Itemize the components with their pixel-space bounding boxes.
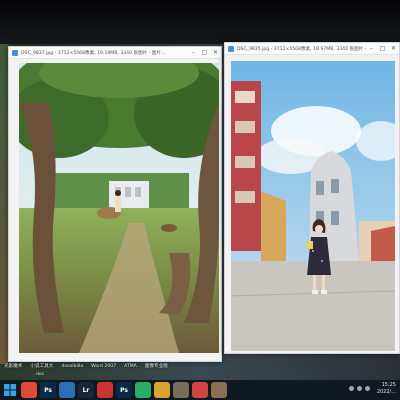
monitor-bezel [0,0,400,44]
image-viewer-window-left[interactable]: DSC_9837.jpg - 3712×5568像素, 19.19MB, 334… [8,46,222,362]
network-icon[interactable] [349,386,354,391]
photoshop-icon-2[interactable]: Ps [116,382,132,398]
chrome-icon[interactable] [21,382,37,398]
taskbar-clock[interactable]: 15:25 2022/... [377,382,396,396]
media-icon[interactable] [97,382,113,398]
files-icon[interactable] [154,382,170,398]
minimize-button[interactable]: – [188,47,199,59]
input-method-icon[interactable] [365,386,370,391]
desktop-wallpaper-edge [0,44,8,364]
close-button[interactable]: ✕ [210,47,221,59]
desktop-label[interactable]: doc [36,372,44,377]
photoshop-icon[interactable]: Ps [40,382,56,398]
system-tray [349,386,370,391]
desktop-label[interactable]: Word 2007 [91,364,116,369]
window-title: DSC_9837.jpg - 3712×5568像素, 19.19MB, 334… [21,50,166,56]
wechat-icon[interactable] [135,382,151,398]
close-button[interactable]: ✕ [388,43,399,55]
taskbar: Ps Lr Ps 15:25 2022/... [0,380,400,400]
clock-date: 2022/... [376,389,396,395]
desktop-label[interactable]: ATMA [124,364,137,369]
image-app-icon [228,45,234,52]
fast-icon[interactable] [59,382,75,398]
maximize-button[interactable]: □ [199,47,210,59]
start-button[interactable] [2,382,18,398]
maximize-button[interactable]: □ [377,43,388,55]
desktop-label[interactable]: dasolbilla [61,364,83,369]
window-titlebar[interactable]: DSC_9837.jpg - 3712×5568像素, 19.19MB, 334… [9,47,221,59]
desktop-label[interactable]: 小说工具大 [30,364,53,369]
clock-time: 15:25 [381,382,396,388]
street-building-photo[interactable] [231,61,395,351]
taskbar-apps: Ps Lr Ps [18,382,227,398]
volume-icon[interactable] [357,386,362,391]
minimize-button[interactable]: – [366,43,377,55]
window-titlebar[interactable]: DSC_9835.jpg - 3712×5568像素, 18.97MB, 334… [225,43,399,55]
windows-icon [4,384,16,396]
desktop-icon-labels: 光影魔术 小说工具大 dasolbilla Word 2007 ATMA 图像专… [0,364,230,378]
forest-tree-arch-photo[interactable] [19,63,219,353]
app-icon[interactable] [173,382,189,398]
lightroom-icon[interactable]: Lr [78,382,94,398]
desktop-label[interactable]: 图像专业版 [145,364,168,369]
window-title: DSC_9835.jpg - 3712×5568像素, 18.97MB, 334… [237,46,366,52]
desktop-label[interactable]: 光影魔术 [4,364,22,369]
image-viewer-window-right[interactable]: DSC_9835.jpg - 3712×5568像素, 18.97MB, 334… [224,42,400,354]
user-icon[interactable] [211,382,227,398]
photo-icon[interactable] [192,382,208,398]
image-app-icon [12,49,18,56]
